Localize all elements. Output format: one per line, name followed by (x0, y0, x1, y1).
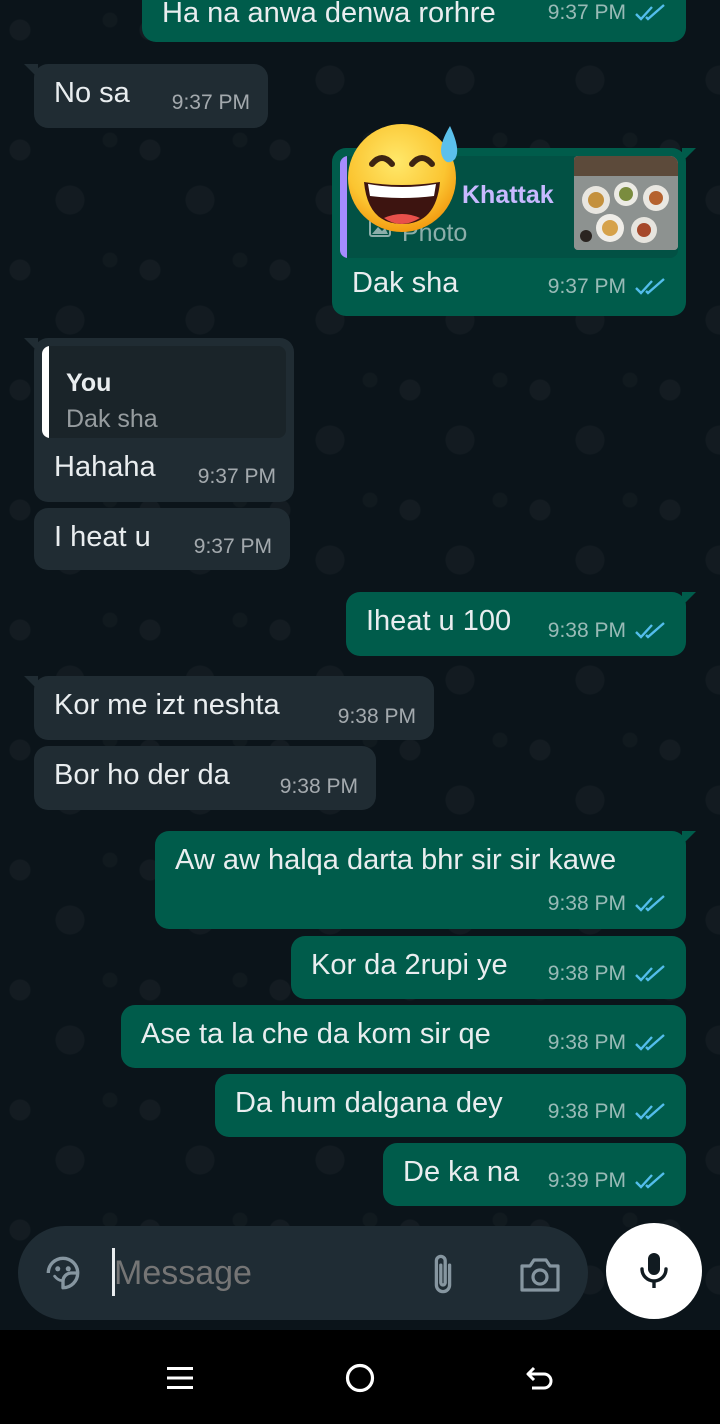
message-bubble-outgoing[interactable]: Da hum dalgana dey 9:38 PM (215, 1074, 686, 1137)
message-meta: 9:37 PM (172, 86, 250, 120)
message-meta: 9:37 PM (198, 460, 276, 494)
message-bubble-incoming[interactable]: Kor me izt neshta 9:38 PM (24, 676, 434, 740)
message-text: Ase ta la che da kom sir qe (141, 1018, 491, 1050)
sticker-icon[interactable] (42, 1252, 84, 1294)
attach-icon[interactable] (428, 1252, 458, 1296)
message-input[interactable] (114, 1244, 404, 1302)
quote-author: Khattak (462, 181, 554, 209)
camera-icon[interactable] (518, 1254, 562, 1294)
message-time: 9:38 PM (547, 619, 626, 642)
message-bubble-outgoing[interactable]: Iheat u 100 9:38 PM (346, 592, 696, 656)
voice-record-button[interactable] (606, 1223, 702, 1319)
message-meta: 9:38 PM (548, 614, 668, 648)
read-ticks-icon (635, 278, 665, 295)
mic-icon (640, 1253, 668, 1288)
read-ticks-icon (635, 1172, 665, 1189)
message-time: 9:39 PM (547, 1169, 626, 1192)
message-time: 9:38 PM (547, 1100, 626, 1123)
quote-bar (42, 346, 49, 438)
message-text: Kor da 2rupi ye (311, 949, 508, 981)
quote-preview: Dak sha (66, 405, 158, 433)
message-text: I heat u (54, 521, 151, 553)
message-meta: 9:37 PM (194, 530, 272, 564)
message-bubble-incoming[interactable]: Bor ho der da 9:38 PM (34, 746, 376, 810)
back-icon[interactable] (524, 1362, 556, 1394)
message-bubble-outgoing[interactable]: Kor da 2rupi ye 9:38 PM (291, 936, 686, 999)
message-time: 9:38 PM (547, 962, 626, 985)
message-composer (18, 1226, 588, 1320)
read-ticks-icon (635, 895, 665, 912)
message-text: Aw aw halqa darta bhr sir sir kawe (175, 844, 617, 876)
message-text: Iheat u 100 (366, 605, 512, 637)
message-time: 9:37 PM (547, 1, 626, 24)
quote-author: You (66, 369, 112, 397)
read-ticks-icon (635, 622, 665, 639)
message-bubble-incoming-reply[interactable]: You Dak sha Hahaha 9:37 PM (24, 338, 294, 502)
message-text: No sa (54, 77, 130, 109)
message-meta: 9:39 PM (548, 1164, 668, 1198)
message-meta: 9:37 PM (548, 270, 668, 304)
system-navigation-bar (0, 1330, 720, 1424)
message-time: 9:38 PM (547, 892, 626, 915)
message-bubble-incoming[interactable]: No sa 9:37 PM (24, 64, 268, 128)
message-text: De ka na (403, 1156, 520, 1188)
message-time: 9:38 PM (279, 775, 358, 798)
message-meta: 9:38 PM (548, 1095, 668, 1129)
read-ticks-icon (635, 4, 665, 21)
message-meta: 9:38 PM (280, 770, 358, 804)
message-text: Hahaha (54, 451, 156, 483)
read-ticks-icon (635, 1103, 665, 1120)
recents-icon[interactable] (166, 1364, 194, 1392)
message-text: Dak sha (352, 267, 459, 299)
read-ticks-icon (635, 1034, 665, 1051)
message-meta: 9:38 PM (548, 1026, 668, 1060)
message-bubble-incoming[interactable]: I heat u 9:37 PM (34, 508, 290, 570)
message-time: 9:37 PM (171, 91, 250, 114)
message-text: Ha na anwa denwa rorhre (162, 0, 496, 29)
message-meta: 9:38 PM (338, 700, 416, 734)
message-meta: 9:38 PM (548, 887, 668, 921)
message-time: 9:37 PM (547, 275, 626, 298)
home-icon[interactable] (344, 1362, 376, 1394)
message-time: 9:38 PM (337, 705, 416, 728)
message-bubble-outgoing[interactable]: Ha na anwa denwa rorhre 9:37 PM (142, 0, 686, 42)
message-meta: 9:37 PM (548, 0, 668, 30)
message-text: Da hum dalgana dey (235, 1087, 503, 1119)
food-photo-thumbnail (574, 156, 678, 250)
quote-thumbnail-image (574, 156, 678, 250)
message-bubble-outgoing[interactable]: Aw aw halqa darta bhr sir sir kawe 9:38 … (155, 831, 696, 929)
message-time: 9:37 PM (193, 535, 272, 558)
message-bubble-outgoing[interactable]: De ka na 9:39 PM (383, 1143, 686, 1206)
message-time: 9:38 PM (547, 1031, 626, 1054)
message-text: Bor ho der da (54, 759, 230, 791)
grinning-face-with-sweat-icon (346, 118, 466, 238)
message-meta: 9:38 PM (548, 957, 668, 991)
message-time: 9:37 PM (197, 465, 276, 488)
message-text: Kor me izt neshta (54, 689, 280, 721)
message-bubble-outgoing[interactable]: Ase ta la che da kom sir qe 9:38 PM (121, 1005, 686, 1068)
reply-quote[interactable]: You Dak sha (42, 346, 286, 438)
read-ticks-icon (635, 965, 665, 982)
